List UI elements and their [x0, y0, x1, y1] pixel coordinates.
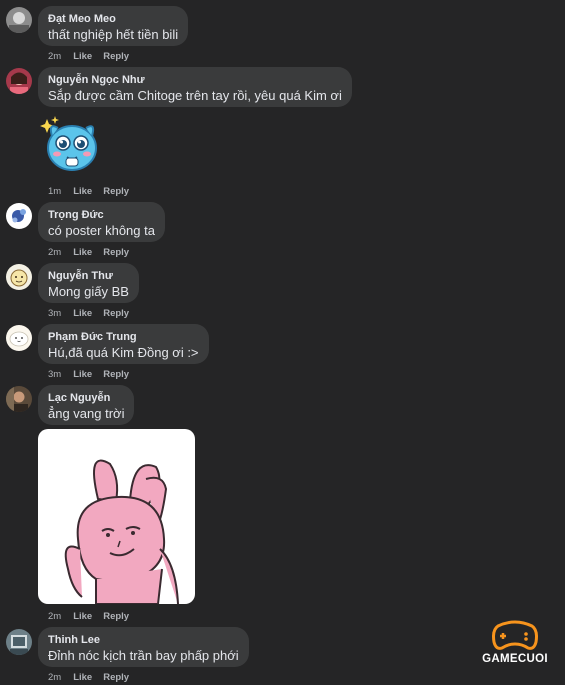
- reply-button[interactable]: Reply: [103, 672, 129, 683]
- comment-time[interactable]: 2m: [48, 611, 61, 622]
- gamepad-icon: [492, 620, 538, 650]
- comment-time[interactable]: 3m: [48, 308, 61, 319]
- gamecuoi-watermark: GAMECUOI: [476, 620, 554, 668]
- pink-rabbit-sticker[interactable]: [38, 429, 195, 604]
- avatar[interactable]: [6, 7, 32, 33]
- comment-bubble: Nguyễn Thư Mong giấy BB: [38, 263, 139, 303]
- reply-button[interactable]: Reply: [103, 369, 129, 380]
- comment-text: Mong giấy BB: [48, 284, 129, 299]
- avatar[interactable]: [6, 386, 32, 412]
- like-button[interactable]: Like: [73, 611, 92, 622]
- reply-button[interactable]: Reply: [103, 186, 129, 197]
- comment-bubble: Trọng Đức có poster không ta: [38, 202, 165, 242]
- avatar[interactable]: [6, 68, 32, 94]
- avatar[interactable]: [6, 325, 32, 351]
- author-name[interactable]: Phạm Đức Trung: [48, 330, 199, 344]
- comment-actions: 2m Like Reply: [48, 672, 140, 683]
- comment-time[interactable]: 3m: [48, 369, 61, 380]
- avatar[interactable]: [6, 264, 32, 290]
- comment-bubble: Thinh Lee Đỉnh nóc kịch trần bay phấp ph…: [38, 627, 249, 667]
- avatar[interactable]: [6, 203, 32, 229]
- author-name[interactable]: Nguyễn Thư: [48, 269, 129, 283]
- comment-text: Hú,đã quá Kim Đồng ơi :>: [48, 345, 199, 360]
- reply-button[interactable]: Reply: [103, 51, 129, 62]
- author-name[interactable]: Trọng Đức: [48, 208, 155, 222]
- comment-actions: 3m Like Reply: [48, 308, 140, 319]
- comment-actions: 2m Like Reply: [48, 247, 140, 258]
- like-button[interactable]: Like: [73, 186, 92, 197]
- reply-button[interactable]: Reply: [103, 308, 129, 319]
- comment-bubble: Lạc Nguyễn ẳng vang trời: [38, 385, 135, 425]
- comment-text: Sắp được cầm Chitoge trên tay rồi, yêu q…: [48, 88, 342, 103]
- like-button[interactable]: Like: [73, 672, 92, 683]
- author-name[interactable]: Đạt Meo Meo: [48, 12, 178, 26]
- comment-text: ẳng vang trời: [48, 406, 125, 421]
- like-button[interactable]: Like: [73, 308, 92, 319]
- comment-bubble: Nguyễn Ngọc Như Sắp được cầm Chitoge trê…: [38, 67, 352, 107]
- author-name[interactable]: Lạc Nguyễn: [48, 391, 124, 405]
- comment-time[interactable]: 2m: [48, 51, 61, 62]
- comment-bubble: Đạt Meo Meo thất nghiệp hết tiền bili: [38, 6, 189, 46]
- comment-time[interactable]: 1m: [48, 186, 61, 197]
- comment-actions: 3m Like Reply: [48, 369, 140, 380]
- author-name[interactable]: Nguyễn Ngọc Như: [48, 73, 342, 87]
- comment-actions: 2m Like Reply: [48, 611, 140, 622]
- like-button[interactable]: Like: [73, 369, 92, 380]
- like-button[interactable]: Like: [73, 247, 92, 258]
- comment-time[interactable]: 2m: [48, 672, 61, 683]
- author-name[interactable]: Thinh Lee: [48, 633, 239, 647]
- comment-text: có poster không ta: [48, 223, 155, 238]
- comment-text: Đỉnh nóc kịch trần bay phấp phới: [48, 648, 239, 663]
- avatar[interactable]: [6, 629, 32, 655]
- comment-actions: 1m Like Reply: [48, 186, 140, 197]
- blue-cat-sticker[interactable]: [38, 114, 102, 178]
- reply-button[interactable]: Reply: [103, 611, 129, 622]
- watermark-text: GAMECUOI: [482, 653, 548, 665]
- comment-text: thất nghiệp hết tiền bili: [48, 27, 179, 42]
- comment-bubble: Phạm Đức Trung Hú,đã quá Kim Đồng ơi :>: [38, 324, 209, 364]
- reply-button[interactable]: Reply: [103, 247, 129, 258]
- like-button[interactable]: Like: [73, 51, 92, 62]
- comment-actions: 2m Like Reply: [48, 51, 140, 62]
- comment-time[interactable]: 2m: [48, 247, 61, 258]
